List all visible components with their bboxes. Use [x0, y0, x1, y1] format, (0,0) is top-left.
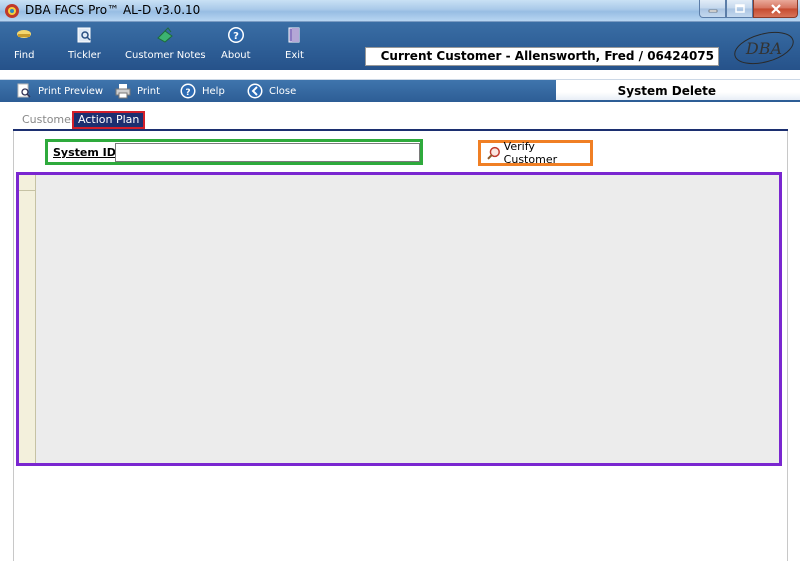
section-title: System Delete: [556, 80, 800, 100]
minimize-button[interactable]: [699, 0, 726, 18]
close-view-label: Close: [269, 85, 297, 97]
print-preview-button[interactable]: Print Preview: [16, 83, 103, 99]
minimize-icon: [708, 9, 717, 12]
print-preview-icon: [17, 83, 31, 98]
maximize-button[interactable]: [726, 0, 753, 18]
verify-customer-button[interactable]: Verify Customer: [478, 140, 593, 166]
toolbar-find-label: Find: [14, 50, 35, 61]
toolbar-customer-notes-label: Customer Notes: [125, 50, 206, 61]
tickler-icon: [77, 27, 91, 43]
back-arrow-icon: [247, 83, 263, 99]
close-icon: [770, 3, 781, 14]
close-window-button[interactable]: [753, 0, 798, 18]
help-icon: ?: [227, 27, 244, 43]
exit-icon: [288, 27, 300, 43]
verify-customer-label: Verify Customer: [503, 140, 558, 166]
action-plan-grid[interactable]: [16, 172, 782, 466]
current-customer-display: Current Customer - Allensworth, Fred / 0…: [365, 47, 719, 66]
dba-logo: DBA: [734, 31, 794, 65]
app-icon: [5, 4, 19, 18]
title-bar: DBA FACS Pro™ AL-D v3.0.10: [0, 0, 800, 22]
toolbar-about-label: About: [221, 50, 251, 61]
main-toolbar: Find Tickler Customer Notes ? About Exit…: [0, 22, 800, 70]
system-id-group: System ID: [45, 139, 423, 165]
print-preview-label: Print Preview: [38, 85, 104, 97]
notes-icon: [157, 27, 174, 43]
help-icon: ?: [180, 83, 196, 99]
printer-icon: [115, 84, 131, 99]
toolbar-exit-button[interactable]: Exit: [285, 26, 304, 61]
toolbar-find-button[interactable]: Find: [14, 26, 35, 61]
print-label: Print: [137, 85, 161, 97]
close-view-button[interactable]: Close: [247, 83, 296, 99]
tab-strip: Customer Action Plan: [13, 109, 788, 131]
window-controls: [699, 0, 798, 18]
maximize-icon: [734, 3, 745, 13]
find-icon: [17, 30, 32, 38]
toolbar-tickler-button[interactable]: Tickler: [68, 26, 101, 61]
system-id-input[interactable]: [115, 143, 420, 162]
svg-text:?: ?: [233, 31, 239, 42]
system-id-label: System ID: [53, 146, 116, 159]
tab-action-plan[interactable]: Action Plan: [72, 111, 146, 129]
toolbar-customer-notes-button[interactable]: Customer Notes: [125, 26, 206, 61]
svg-text:?: ?: [185, 88, 190, 98]
grid-corner[interactable]: [19, 175, 36, 191]
toolbar-about-button[interactable]: ? About: [221, 26, 251, 61]
print-button[interactable]: Print: [115, 83, 160, 99]
window-title: DBA FACS Pro™ AL-D v3.0.10: [25, 3, 201, 17]
tab-customer[interactable]: Customer: [22, 113, 75, 126]
help-button[interactable]: ? Help: [180, 83, 225, 99]
help-label: Help: [202, 85, 225, 97]
toolbar-exit-label: Exit: [285, 50, 304, 61]
svg-text:DBA: DBA: [745, 39, 782, 58]
verify-magnifier-icon: [487, 146, 500, 160]
toolbar-tickler-label: Tickler: [68, 50, 101, 61]
grid-row-header: [19, 175, 36, 463]
